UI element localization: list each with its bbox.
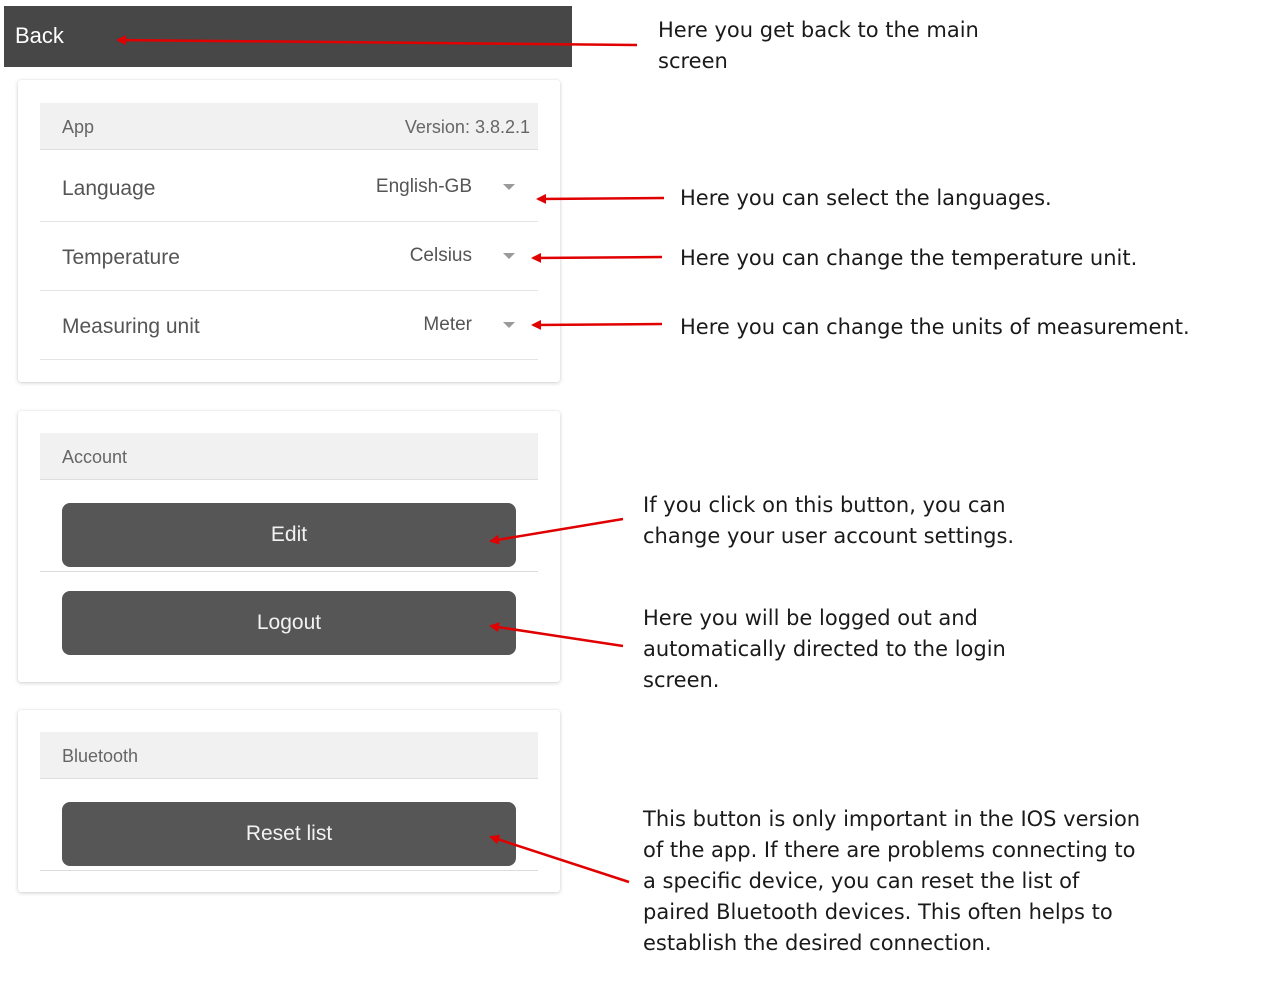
arrow-temperature xyxy=(531,252,663,263)
arrow-language xyxy=(536,193,665,204)
arrow-measuring xyxy=(531,319,663,330)
arrow-logout xyxy=(489,622,624,648)
arrow-edit xyxy=(489,517,624,545)
arrow-reset xyxy=(489,834,630,884)
annotation-arrows xyxy=(116,35,665,884)
arrow-back xyxy=(116,35,638,47)
